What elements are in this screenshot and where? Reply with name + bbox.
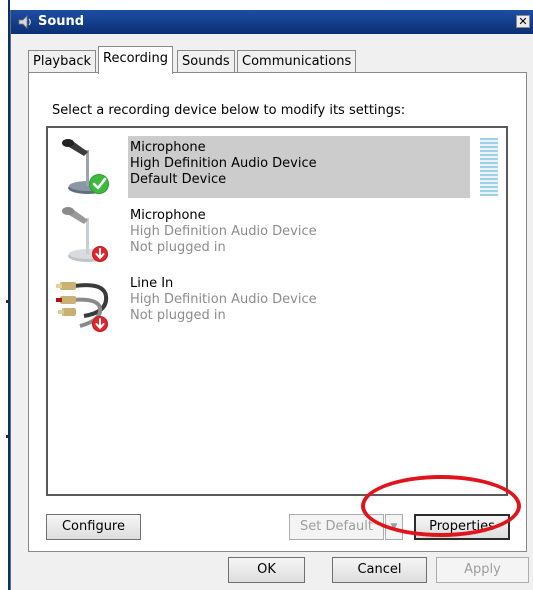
device-status: Not plugged in <box>130 240 226 255</box>
instruction-text: Select a recording device below to modif… <box>52 103 406 118</box>
audio-level-meter <box>480 138 498 196</box>
desktop-artifact <box>6 300 9 303</box>
list-item-device[interactable]: Microphone High Definition Audio Device … <box>54 136 502 198</box>
apply-button[interactable]: Apply <box>436 557 529 583</box>
device-name: Line In <box>130 276 174 291</box>
sound-dialog: Sound ✕ Playback Recording Sounds Commun… <box>10 10 533 590</box>
recording-tab-panel: Select a recording device below to modif… <box>28 72 527 552</box>
tab-playback[interactable]: Playback <box>28 50 97 72</box>
device-text: Microphone High Definition Audio Device … <box>128 204 470 266</box>
cancel-button[interactable]: Cancel <box>332 557 427 583</box>
device-name: Microphone <box>130 208 206 223</box>
set-default-dropdown-icon[interactable]: ▼ <box>385 514 403 540</box>
list-item-device[interactable]: Microphone High Definition Audio Device … <box>54 204 502 266</box>
desktop-artifact <box>6 435 9 438</box>
ok-button[interactable]: OK <box>228 557 305 583</box>
tab-recording[interactable]: Recording <box>98 46 174 74</box>
device-status: Not plugged in <box>130 308 226 323</box>
desktop-background <box>0 0 10 590</box>
tab-communications[interactable]: Communications <box>237 50 357 72</box>
properties-button[interactable]: Properties <box>414 514 510 540</box>
set-default-button[interactable]: Set Default <box>289 514 384 540</box>
title-bar[interactable]: Sound ✕ <box>11 10 533 34</box>
device-list[interactable]: Microphone High Definition Audio Device … <box>46 126 508 496</box>
close-icon[interactable]: ✕ <box>516 15 530 28</box>
device-status: Default Device <box>130 172 227 187</box>
device-driver: High Definition Audio Device <box>130 292 317 307</box>
device-driver: High Definition Audio Device <box>130 156 317 171</box>
microphone-icon <box>62 139 109 194</box>
list-item-device[interactable]: Line In High Definition Audio Device Not… <box>54 272 502 334</box>
device-name: Microphone <box>130 140 206 155</box>
device-text: Line In High Definition Audio Device Not… <box>128 272 470 334</box>
device-driver: High Definition Audio Device <box>130 224 317 239</box>
window-title: Sound <box>38 14 85 29</box>
line-in-cable-icon <box>56 282 109 332</box>
configure-button[interactable]: Configure <box>46 514 141 540</box>
microphone-icon <box>62 207 108 262</box>
tab-sounds[interactable]: Sounds <box>177 50 235 72</box>
speaker-app-icon <box>18 15 31 29</box>
device-text: Microphone High Definition Audio Device … <box>128 136 470 198</box>
